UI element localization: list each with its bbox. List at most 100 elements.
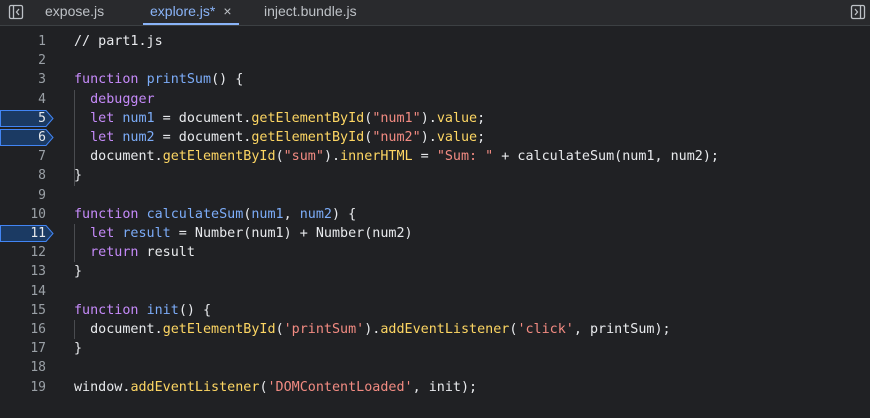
token-var: num1 [251, 206, 284, 222]
token-prop: value [436, 110, 478, 126]
token-prop: getElementById [251, 130, 365, 145]
code-line[interactable]: 19 window.addEventListener('DOMContentLoa… [0, 378, 870, 397]
token-prop: addEventListener [130, 379, 260, 395]
line-number[interactable]: 8 [0, 166, 46, 185]
token-prop: value [436, 130, 478, 145]
token-kw: let [90, 130, 115, 145]
code-line[interactable]: 13} [0, 262, 870, 281]
code-text: function printSum() { [74, 70, 243, 89]
code-text: window.addEventListener('DOMContentLoade… [74, 378, 477, 397]
line-number[interactable]: 7 [0, 147, 46, 166]
token: = document. [154, 130, 252, 145]
code-line[interactable]: 8} [0, 166, 870, 185]
token-str: "Sum: " [436, 149, 494, 165]
code-text: } [74, 262, 82, 281]
line-number: 11 [30, 226, 46, 241]
token-var: result [122, 226, 171, 241]
code-line[interactable]: 14 [0, 282, 870, 301]
token-cm: // part1.js [74, 34, 163, 49]
token-str: 'printSum' [283, 322, 365, 337]
token: ( [259, 379, 268, 395]
breakpoint-marker-icon[interactable]: 5 [0, 109, 54, 127]
line-number[interactable]: 4 [0, 90, 46, 109]
token: = document. [154, 110, 252, 126]
token-str: "num1" [372, 110, 421, 126]
line-number[interactable]: 18 [0, 358, 46, 377]
token: = [412, 149, 437, 165]
line-number[interactable]: 10 [0, 205, 46, 224]
token-fn: calculateSum [146, 206, 244, 222]
token-kw: function [74, 206, 139, 222]
token: , init); [412, 379, 478, 395]
code-line[interactable]: 5 let num1 = document.getElementById("nu… [0, 109, 870, 128]
line-number[interactable]: 19 [0, 378, 46, 397]
code-line[interactable]: 7 document.getElementById("sum").innerHT… [0, 147, 870, 166]
code-line[interactable]: 1 // part1.js [0, 32, 870, 51]
close-tab-icon[interactable]: × [223, 3, 231, 19]
token-prop: getElementById [162, 149, 276, 165]
code-text: } [74, 166, 82, 185]
token: () { [178, 302, 212, 318]
code-editor[interactable]: 1// part1.js 2 3 function printSum() {4 deb… [0, 26, 870, 418]
breakpoint-marker-icon[interactable]: 6 [0, 129, 54, 146]
token: ; [477, 110, 486, 126]
line-number[interactable]: 14 [0, 282, 46, 301]
code-line[interactable]: 6 let num2 = document.getElementById("nu… [0, 128, 870, 147]
token-kw: debugger [90, 91, 155, 107]
toggle-debugger-sidebar-icon[interactable] [848, 2, 868, 22]
token: , printSum); [573, 322, 671, 337]
toggle-navigator-icon[interactable] [6, 2, 26, 22]
code-line[interactable]: 16 document.getElementById('printSum').a… [0, 320, 870, 339]
line-number[interactable]: 3 [0, 70, 46, 89]
line-number[interactable]: 12 [0, 243, 46, 262]
code-line[interactable]: 11 let result = Number(num1) + Number(nu… [0, 224, 870, 243]
token-str: 'click' [517, 322, 574, 337]
line-number[interactable]: 17 [0, 339, 46, 358]
indent-guide [74, 320, 75, 340]
line-number[interactable]: 15 [0, 301, 46, 320]
token: , [283, 206, 300, 222]
code-line[interactable]: 17} [0, 339, 870, 358]
line-number[interactable]: 16 [0, 320, 46, 339]
tab-explore-js[interactable]: explore.js* × [143, 0, 239, 25]
token: } [74, 168, 83, 184]
tab-inject-bundle-js[interactable]: inject.bundle.js [264, 0, 357, 25]
token: ) { [332, 206, 357, 222]
token: document. [74, 322, 163, 337]
code-line[interactable]: 4 debugger [0, 90, 870, 109]
token-fn: printSum [146, 72, 212, 88]
code-text: document.getElementById('printSum').addE… [74, 320, 671, 339]
token: ; [477, 130, 486, 145]
code-line[interactable]: 18 [0, 358, 870, 377]
token: = Number(num1) + Number(num2) [170, 226, 413, 241]
editor-tab-bar: expose.js explore.js* × inject.bundle.js [0, 0, 870, 26]
code-line[interactable]: 9 [0, 186, 870, 205]
tab-label: explore.js* [150, 3, 216, 19]
code-line[interactable]: 12 return result [0, 243, 870, 262]
line-number[interactable]: 2 [0, 51, 46, 70]
code-line[interactable]: 15 function init() { [0, 301, 870, 320]
code-line[interactable]: 3 function printSum() { [0, 70, 870, 89]
tab-expose-js[interactable]: expose.js [45, 0, 104, 25]
line-number[interactable]: 1 [0, 32, 46, 51]
line-number[interactable]: 9 [0, 186, 46, 205]
code-text: function init() { [74, 301, 211, 320]
token: } [74, 264, 83, 280]
line-number: 6 [38, 130, 46, 145]
token: ). [420, 110, 437, 126]
token: ). [364, 322, 381, 337]
code-text: } [74, 339, 82, 358]
code-text: return result [74, 243, 195, 262]
code-text: document.getElementById("sum").innerHTML… [74, 147, 719, 166]
tab-label: inject.bundle.js [264, 3, 357, 19]
token-str: "num2" [372, 130, 421, 145]
line-number[interactable]: 13 [0, 262, 46, 281]
breakpoint-marker-icon[interactable]: 11 [0, 225, 54, 242]
token: window. [74, 379, 131, 395]
code-line[interactable]: 10 function calculateSum(num1, num2) { [0, 205, 870, 224]
code-line[interactable]: 2 [0, 51, 870, 70]
token-str: "sum" [283, 149, 324, 165]
